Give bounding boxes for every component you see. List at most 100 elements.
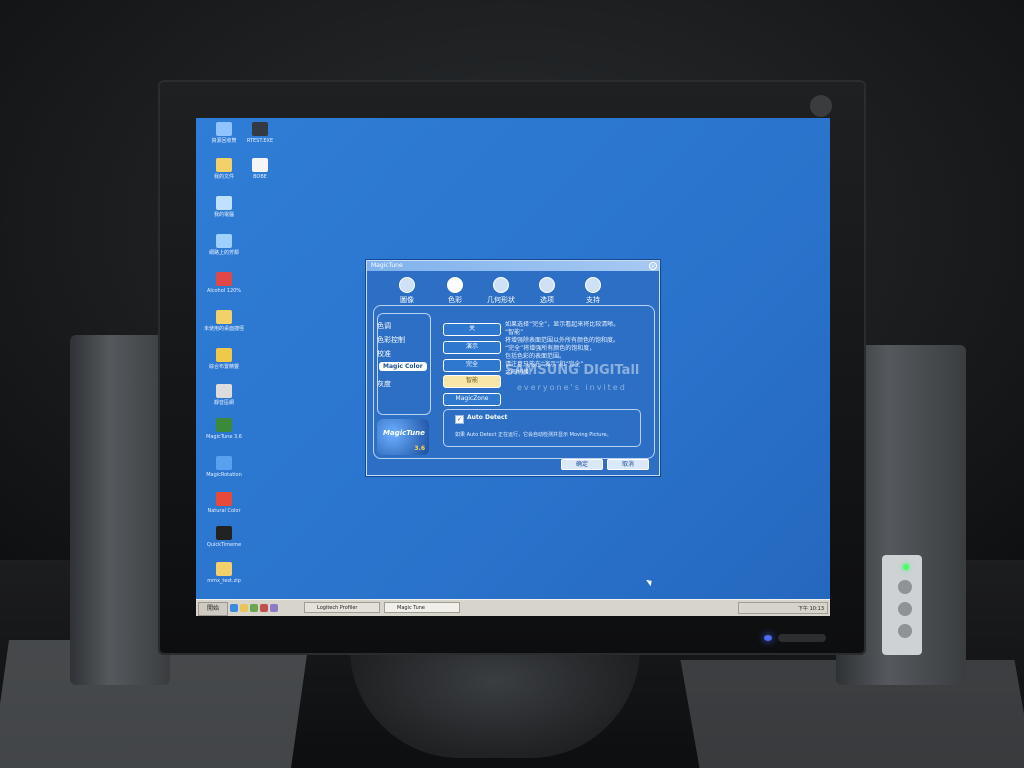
desktop-icon[interactable]: MagicRotation xyxy=(204,456,244,478)
speaker-button xyxy=(898,602,912,616)
color-mode-button[interactable]: 演示 xyxy=(443,341,501,354)
desktop-icon-label: 資源回收筒 xyxy=(211,138,237,144)
desktop-icon[interactable]: 我的電腦 xyxy=(204,196,244,218)
ok-button[interactable]: 确定 xyxy=(561,459,603,470)
left-speaker xyxy=(70,335,170,685)
natural-color-icon xyxy=(216,492,232,506)
taskbar: 開始 Logitech Profiler Magic Tune 下午 10:13 xyxy=(196,599,830,616)
speaker-button xyxy=(898,624,912,638)
monitor-image-icon xyxy=(399,277,415,293)
desktop-icon-label: mmx_test.zip xyxy=(207,578,241,584)
desktop-icon[interactable]: 網路上的芳鄰 xyxy=(204,234,244,256)
close-icon[interactable]: × xyxy=(649,262,657,270)
monitor-buttons xyxy=(778,634,826,642)
color-mode-button[interactable]: 完全 xyxy=(443,359,501,372)
magictune-logo: MagicTune 3.6 xyxy=(377,419,429,455)
desktop-icon-label: MagicTune 3.6 xyxy=(206,434,242,440)
description-line: 如果选择“完全”，显示看起来将比较清晰。 xyxy=(505,321,620,328)
desktop-icon[interactable]: 資源回收筒 xyxy=(204,122,244,144)
quicktime-icon xyxy=(216,526,232,540)
system-tray-clock[interactable]: 下午 10:13 xyxy=(738,602,828,614)
desktop-icon[interactable]: RTEST.EXE xyxy=(240,122,280,144)
desktop-icon-label: 網路上的芳鄰 xyxy=(208,250,239,256)
desktop-icon[interactable]: BOBE xyxy=(240,158,280,180)
side-menu-item[interactable]: 色彩控制 xyxy=(377,335,405,345)
desktop-icon[interactable]: mmx_test.zip xyxy=(204,562,244,584)
desktop-icon-label: QuickTimeme xyxy=(206,542,242,548)
monitor-power-led xyxy=(764,635,772,641)
tab-label: 色彩 xyxy=(448,296,462,304)
tab-2[interactable]: 几何形状 xyxy=(481,275,521,305)
tab-3[interactable]: 选项 xyxy=(527,275,567,305)
support-icon xyxy=(585,277,601,293)
samsung-watermark: SAMSUNG DIGITall xyxy=(505,363,640,378)
desktop-screen: 資源回收筒 RTEST.EXE 我的文件 BOBE 我的電腦網路上的芳鄰 Alcohol … xyxy=(196,118,830,616)
taskbar-button[interactable]: Logitech Profiler xyxy=(304,602,380,613)
desktop-icon-label: 綜合布置精靈 xyxy=(208,364,239,370)
tab-label: 几何形状 xyxy=(487,296,515,304)
desktop-icon[interactable]: 靜音區網 xyxy=(204,384,244,406)
speaker-power-led xyxy=(903,564,909,570)
speaker-button xyxy=(898,580,912,594)
desktop-icon[interactable]: Alcohol 120% xyxy=(204,272,244,294)
desktop-icon-label: 我的文件 xyxy=(213,174,234,180)
rotation-icon xyxy=(216,456,232,470)
geometry-icon xyxy=(493,277,509,293)
tab-4[interactable]: 支持 xyxy=(573,275,613,305)
desktop-icon[interactable]: 我的文件 xyxy=(204,158,244,180)
color-mode-button[interactable]: 智能 xyxy=(443,375,501,388)
description-line: 包括色彩的表面范围。 xyxy=(505,353,566,360)
auto-detect-checkbox[interactable]: ✓ xyxy=(455,415,464,424)
program-icon xyxy=(252,122,268,136)
alcohol-disc-icon xyxy=(216,272,232,286)
taskbar-button[interactable]: Magic Tune xyxy=(384,602,460,613)
desktop-icon-label: 未使用的桌面捷徑 xyxy=(204,326,245,332)
description-line: “完全”将增强所有颜色的饱和度， xyxy=(505,345,596,352)
cancel-button[interactable]: 取消 xyxy=(607,459,649,470)
window-title: MagicTune xyxy=(367,261,659,271)
color-palette-icon xyxy=(447,277,463,293)
tab-label: 支持 xyxy=(586,296,600,304)
network-icon xyxy=(216,234,232,248)
tab-0[interactable]: 圖像 xyxy=(387,275,427,305)
description-line: 将增强除表面范围以外所有颜色的饱和度。 xyxy=(505,337,620,344)
sound-icon xyxy=(216,384,232,398)
magictune-window: MagicTune × 圖像 色彩 几何形状 选项 支持 色调色彩控制校准 Magic C… xyxy=(366,260,660,476)
side-menu-item[interactable]: 校准 xyxy=(377,349,391,359)
desktop-icon-label: BOBE xyxy=(253,174,267,180)
desktop-icon-label: MagicRotation xyxy=(206,472,242,478)
desktop-icon-label: Natural Color xyxy=(207,508,241,514)
quicklaunch-app-icon[interactable] xyxy=(270,604,278,612)
samsung-slogan-watermark: everyone's invited xyxy=(517,383,627,392)
tab-1[interactable]: 色彩 xyxy=(435,275,475,305)
quicklaunch-desktop-icon[interactable] xyxy=(250,604,258,612)
desktop-icon[interactable]: MagicTune 3.6 xyxy=(204,418,244,440)
side-menu-item[interactable]: Magic Color xyxy=(379,362,427,371)
zip-archive-icon xyxy=(216,562,232,576)
quicklaunch-ie-icon[interactable] xyxy=(230,604,238,612)
magictune-icon xyxy=(216,418,232,432)
side-menu-item[interactable]: 色调 xyxy=(377,321,391,331)
auto-detect-label: Auto Detect xyxy=(467,414,508,421)
description-line: “智能” xyxy=(505,329,524,336)
quicklaunch-folder-icon[interactable] xyxy=(240,604,248,612)
logo-text: MagicTune xyxy=(383,429,425,437)
start-button[interactable]: 開始 xyxy=(198,602,228,616)
quicklaunch-media-icon[interactable] xyxy=(260,604,268,612)
computer-icon xyxy=(216,196,232,210)
monitor-logo-badge xyxy=(810,95,832,117)
desktop-icon-label: Alcohol 120% xyxy=(206,288,242,294)
color-mode-button[interactable]: 关 xyxy=(443,323,501,336)
color-mode-button[interactable]: MagicZone xyxy=(443,393,501,406)
desktop-icon[interactable]: Natural Color xyxy=(204,492,244,514)
desktop-icon-label: 我的電腦 xyxy=(213,212,234,218)
recycle-bin-icon xyxy=(216,122,232,136)
desktop-icon[interactable]: QuickTimeme xyxy=(204,526,244,548)
desktop-icon[interactable]: 綜合布置精靈 xyxy=(204,348,244,370)
logo-version: 3.6 xyxy=(414,445,425,452)
desktop-icon[interactable]: 未使用的桌面捷徑 xyxy=(204,310,244,332)
tab-label: 选项 xyxy=(540,296,554,304)
side-menu-item[interactable]: 灰度 xyxy=(377,379,391,389)
auto-detect-description: 如果 Auto Detect 正在运行，它会自动检测并显示 Moving Pic… xyxy=(455,432,612,438)
desktop-icon-label: 靜音區網 xyxy=(213,400,234,406)
